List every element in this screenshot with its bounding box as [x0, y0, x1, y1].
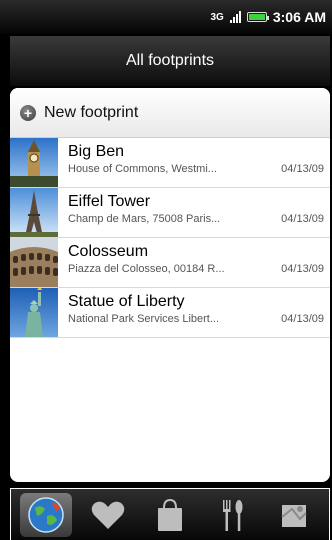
new-footprint-button[interactable]: + New footprint	[10, 88, 330, 138]
item-address: Piazza del Colosseo, 00184 R...	[68, 263, 225, 275]
battery-icon	[246, 12, 269, 22]
status-bar: 3G 3:06 AM	[0, 0, 332, 34]
item-date: 04/13/09	[281, 263, 324, 275]
network-indicator: 3G	[210, 11, 224, 23]
shopping-bag-icon	[158, 498, 182, 531]
tab-shopping[interactable]	[144, 493, 196, 537]
item-date: 04/13/09	[281, 163, 324, 175]
category-tab-bar	[10, 488, 330, 540]
item-title: Colosseum	[68, 243, 149, 260]
signal-icon	[229, 11, 241, 23]
eiffel-tower-icon	[10, 188, 58, 237]
fork-knife-icon	[223, 499, 243, 531]
tab-all[interactable]	[20, 492, 72, 537]
page-title: All footprints	[10, 36, 330, 86]
list-item[interactable]: Big Ben House of Commons, Westmi... 04/1…	[10, 138, 330, 188]
statue-of-liberty-icon	[10, 288, 58, 337]
colosseum-icon	[10, 238, 58, 287]
map-icon	[281, 504, 307, 527]
list-item[interactable]: Statue of Liberty National Park Services…	[10, 288, 330, 338]
globe-icon	[28, 496, 64, 533]
item-date: 04/13/09	[281, 313, 324, 325]
item-address: National Park Services Libert...	[68, 313, 220, 325]
tab-restaurants[interactable]	[206, 493, 258, 537]
item-address: Champ de Mars, 75008 Paris...	[68, 213, 221, 225]
item-date: 04/13/09	[281, 213, 324, 225]
plus-icon: +	[20, 104, 36, 121]
list-item[interactable]: Eiffel Tower Champ de Mars, 75008 Paris.…	[10, 188, 330, 238]
item-address: House of Commons, Westmi...	[68, 163, 217, 175]
big-ben-icon	[10, 138, 58, 187]
tab-map[interactable]	[268, 493, 320, 537]
item-title: Eiffel Tower	[68, 193, 151, 210]
new-footprint-label: New footprint	[44, 103, 139, 121]
item-title: Big Ben	[68, 143, 125, 160]
footprint-list: + New footprint Big Ben House of Commons…	[10, 88, 330, 482]
list-item[interactable]: Colosseum Piazza del Colosseo, 00184 R..…	[10, 238, 330, 288]
heart-icon	[91, 501, 125, 529]
tab-favorites[interactable]	[82, 493, 134, 537]
status-time: 3:06 AM	[272, 9, 326, 25]
item-title: Statue of Liberty	[68, 293, 185, 310]
app-frame: 3G 3:06 AM All footprints + New footprin…	[0, 0, 332, 540]
